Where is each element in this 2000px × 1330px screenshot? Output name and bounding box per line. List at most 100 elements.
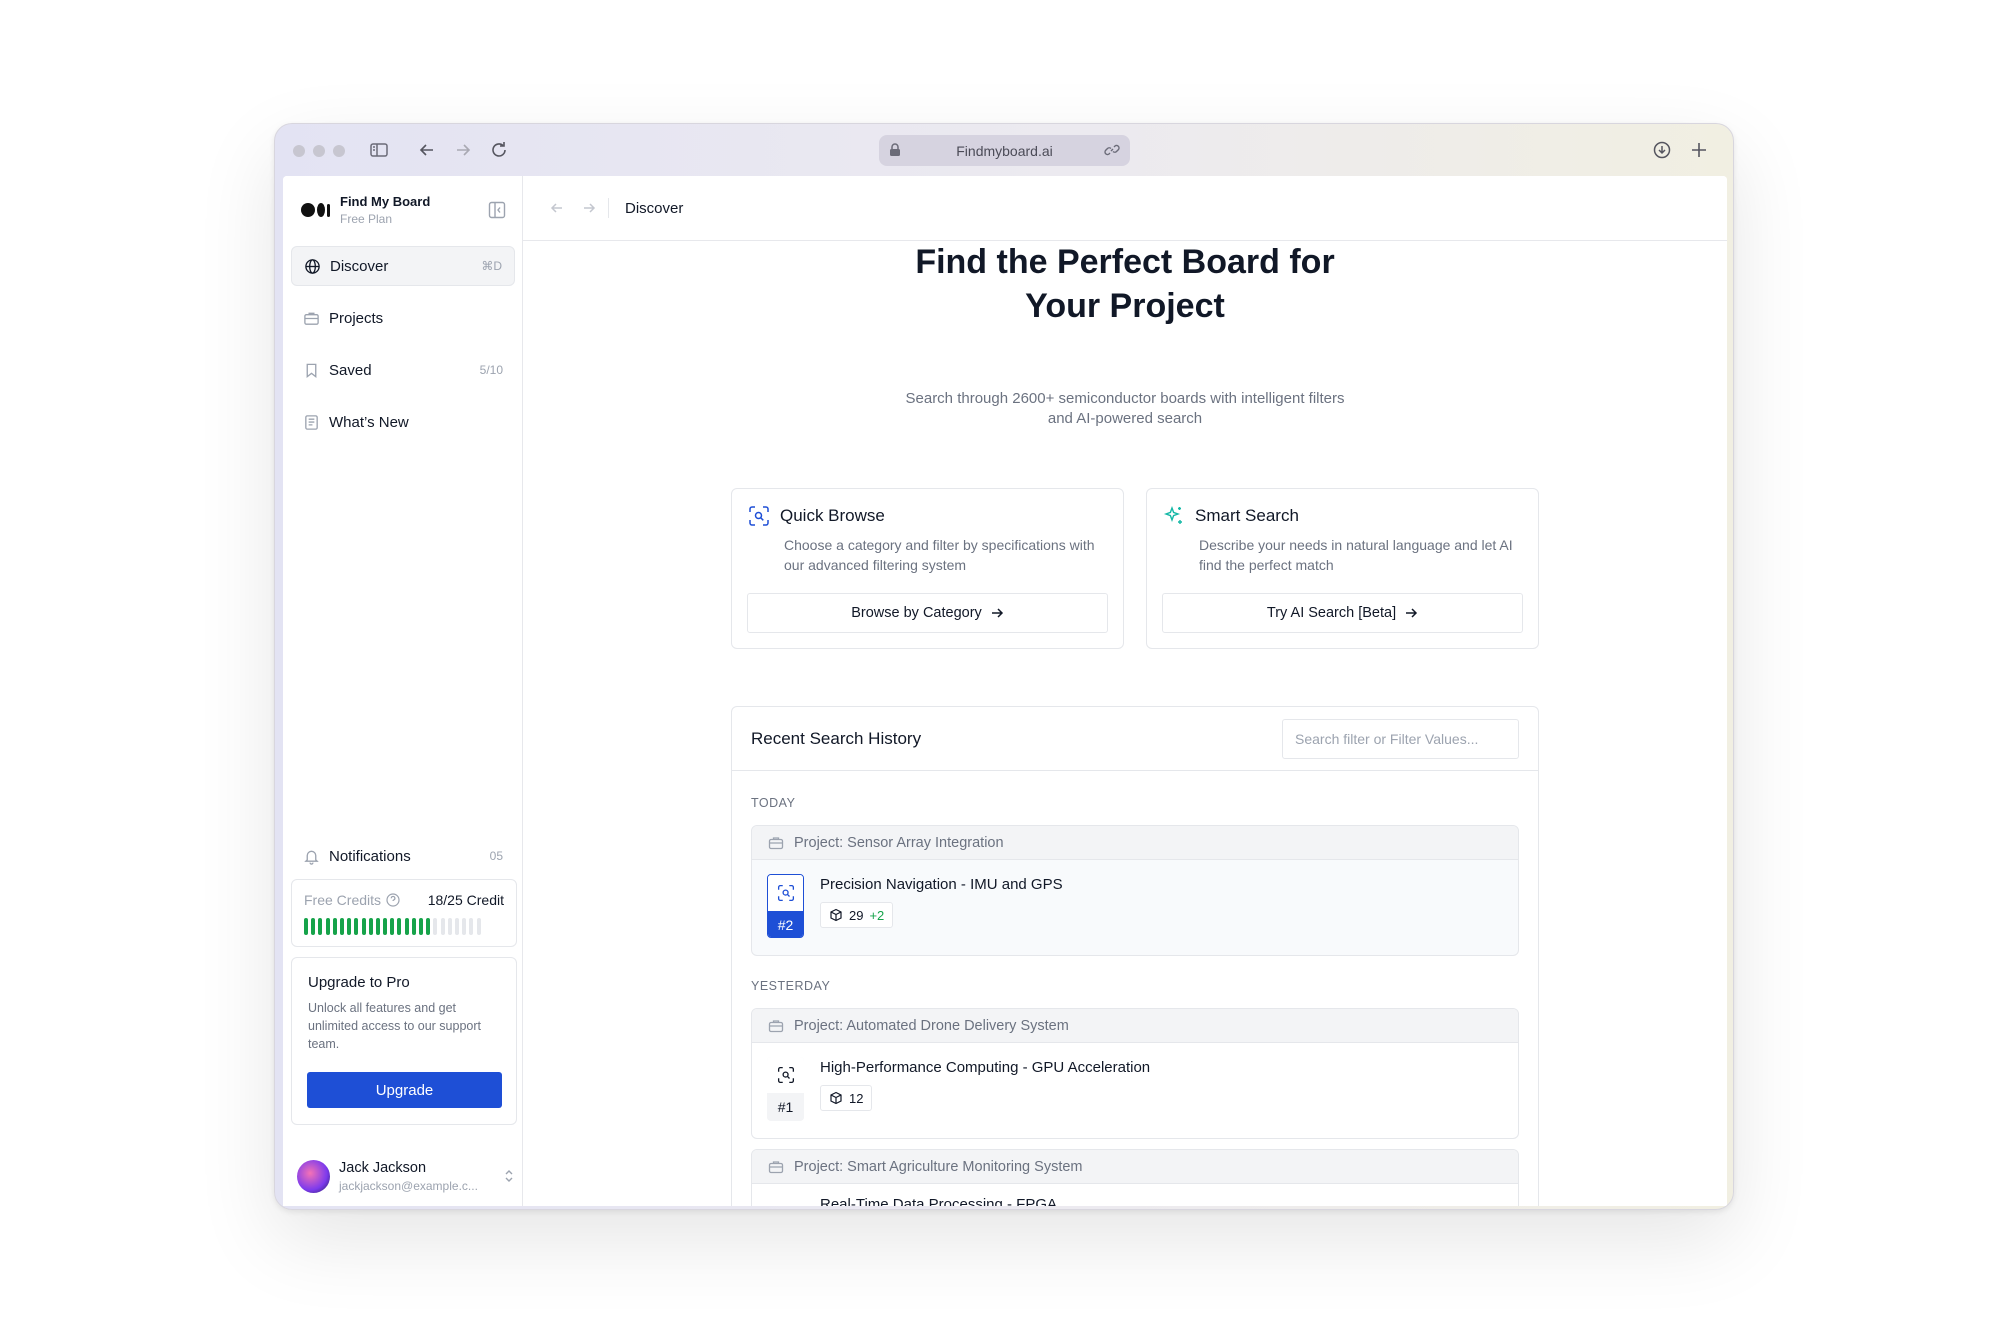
credit-segment bbox=[304, 918, 308, 935]
scan-search-icon bbox=[749, 506, 769, 526]
sidebar-item-discover[interactable]: Discover ⌘D bbox=[291, 246, 515, 286]
upgrade-text: Unlock all features and get unlimited ac… bbox=[308, 1001, 482, 1051]
project-group: Project: Smart Agriculture Monitoring Sy… bbox=[751, 1149, 1519, 1206]
globe-icon bbox=[305, 258, 320, 274]
credit-segment bbox=[318, 918, 323, 935]
credit-segment bbox=[325, 918, 330, 935]
credit-segment bbox=[426, 918, 431, 935]
brand-logo-icon bbox=[301, 203, 330, 217]
credit-segment bbox=[332, 918, 337, 935]
sidebar-item-projects[interactable]: Projects bbox=[291, 298, 515, 338]
credit-segment bbox=[311, 918, 316, 935]
project-header[interactable]: Project: Smart Agriculture Monitoring Sy… bbox=[752, 1150, 1518, 1184]
sparkles-icon bbox=[1163, 505, 1182, 524]
arrow-right-icon bbox=[1406, 608, 1418, 618]
credit-segment bbox=[454, 918, 459, 935]
sidebar-item-notifications[interactable]: Notifications 05 bbox=[291, 836, 515, 876]
credit-segment bbox=[462, 918, 467, 935]
newspaper-icon bbox=[305, 414, 318, 430]
brand[interactable]: Find My Board Free Plan bbox=[301, 194, 430, 226]
web-page: Find My Board Free Plan Discover ⌘D Proj… bbox=[283, 176, 1727, 1206]
forward-arrow-icon[interactable] bbox=[451, 138, 475, 162]
app-name: Find My Board bbox=[340, 194, 431, 209]
page-subtitle: Search through 2600+ semiconductor board… bbox=[905, 390, 1345, 427]
credit-segment bbox=[375, 918, 380, 935]
credit-segment bbox=[404, 918, 409, 935]
plan-label: Free Plan bbox=[340, 212, 393, 226]
card-title: Smart Search bbox=[1195, 506, 1299, 525]
history-entry[interactable]: Real-Time Data Processing - FPGA bbox=[752, 1184, 1518, 1206]
saved-count: 5/10 bbox=[479, 363, 503, 377]
lock-icon bbox=[890, 143, 900, 156]
credit-segment bbox=[361, 918, 366, 935]
upgrade-button[interactable]: Upgrade bbox=[307, 1072, 502, 1108]
project-header[interactable]: Project: Automated Drone Delivery System bbox=[752, 1009, 1518, 1043]
top-bar: Discover bbox=[523, 176, 1727, 241]
minimize-window-button[interactable] bbox=[313, 145, 325, 157]
link-icon[interactable] bbox=[1104, 142, 1120, 158]
credit-segment bbox=[383, 918, 388, 935]
history-search-input[interactable] bbox=[1282, 719, 1519, 759]
maximize-window-button[interactable] bbox=[333, 145, 345, 157]
page-title: Find the Perfect Board for Your Project bbox=[915, 243, 1335, 325]
chevron-up-down-icon[interactable] bbox=[503, 1168, 515, 1184]
sidebar-toggle-icon[interactable] bbox=[367, 138, 391, 162]
shortcut-hint: ⌘D bbox=[481, 259, 502, 273]
page-forward-icon[interactable] bbox=[581, 200, 597, 216]
browser-window: Findmyboard.ai Find My Board Free Plan D… bbox=[274, 123, 1734, 1210]
sidebar-item-whats-new[interactable]: What’s New bbox=[291, 402, 515, 442]
page-back-icon[interactable] bbox=[549, 200, 565, 216]
address-bar[interactable]: Findmyboard.ai bbox=[879, 135, 1130, 166]
user-menu[interactable]: Jack Jackson jackjackson@example.c... bbox=[297, 1154, 515, 1198]
project-group: Project: Automated Drone Delivery System… bbox=[751, 1008, 1519, 1139]
rank-badge: #1 bbox=[767, 1057, 804, 1121]
help-icon[interactable] bbox=[386, 893, 400, 907]
rank-badge: #2 bbox=[767, 874, 804, 938]
credit-segment bbox=[447, 918, 452, 935]
user-name: Jack Jackson bbox=[339, 1159, 427, 1176]
day-label: YESTERDAY bbox=[751, 979, 831, 993]
try-ai-search-button[interactable]: Try AI Search [Beta] bbox=[1162, 593, 1523, 633]
bell-icon bbox=[304, 850, 319, 865]
smart-search-card: Smart Search Describe your needs in natu… bbox=[1146, 488, 1539, 649]
credit-segment bbox=[433, 918, 438, 935]
main-content: Discover Find the Perfect Board for Your… bbox=[523, 176, 1727, 1206]
briefcase-icon bbox=[304, 312, 319, 325]
breadcrumb: Discover bbox=[625, 200, 684, 217]
collapse-sidebar-icon[interactable] bbox=[488, 201, 506, 219]
back-arrow-icon[interactable] bbox=[415, 138, 439, 162]
result-count-tag: 29 +2 bbox=[820, 902, 894, 928]
new-tab-icon[interactable] bbox=[1687, 138, 1711, 162]
entry-title: Precision Navigation - IMU and GPS bbox=[820, 876, 1063, 893]
briefcase-icon bbox=[768, 1160, 784, 1173]
browser-titlebar: Findmyboard.ai bbox=[275, 124, 1733, 176]
entry-title: Real-Time Data Processing - FPGA bbox=[820, 1196, 1058, 1206]
credit-segment bbox=[476, 918, 481, 935]
project-header[interactable]: Project: Sensor Array Integration bbox=[752, 826, 1518, 860]
reload-icon[interactable] bbox=[487, 138, 511, 162]
credits-label: Free Credits bbox=[304, 892, 382, 908]
divider bbox=[608, 198, 609, 218]
sidebar-item-label: What’s New bbox=[329, 413, 409, 431]
url-text: Findmyboard.ai bbox=[956, 142, 1053, 159]
result-count-tag: 12 bbox=[820, 1085, 873, 1111]
credit-segment bbox=[419, 918, 423, 935]
credit-segment bbox=[354, 918, 359, 935]
upgrade-title: Upgrade to Pro bbox=[308, 974, 410, 991]
history-entry[interactable]: #1 High-Performance Computing - GPU Acce… bbox=[752, 1043, 1518, 1138]
project-group: Project: Sensor Array Integration #2 Pre… bbox=[751, 825, 1519, 956]
sidebar-item-label: Discover bbox=[330, 257, 389, 275]
credit-segment bbox=[390, 918, 395, 935]
sidebar-item-saved[interactable]: Saved 5/10 bbox=[291, 350, 515, 390]
briefcase-icon bbox=[768, 1019, 784, 1032]
user-email: jackjackson@example.c... bbox=[339, 1178, 478, 1193]
scan-search-icon bbox=[777, 884, 794, 902]
close-window-button[interactable] bbox=[293, 145, 305, 157]
box-icon bbox=[830, 908, 842, 922]
browse-by-category-button[interactable]: Browse by Category bbox=[747, 593, 1108, 633]
history-entry[interactable]: #2 Precision Navigation - IMU and GPS 29… bbox=[752, 860, 1518, 955]
credit-segment bbox=[397, 918, 402, 935]
download-icon[interactable] bbox=[1650, 138, 1674, 162]
credit-segment bbox=[368, 918, 373, 935]
credit-segment bbox=[347, 918, 352, 935]
